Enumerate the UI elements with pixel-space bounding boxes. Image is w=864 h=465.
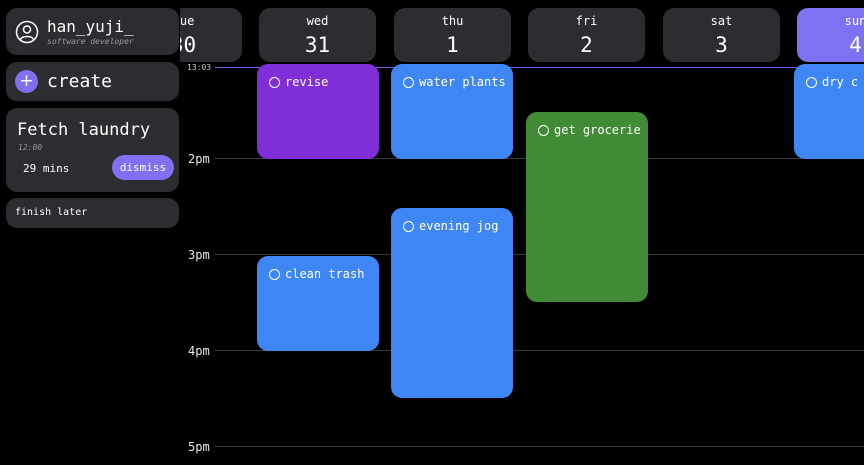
day-header-sun[interactable]: sun 4 [797,8,864,62]
finish-later-button[interactable]: finish later [6,198,179,228]
event-checkbox[interactable] [403,77,414,88]
current-time-label: 13:03 [187,63,212,72]
day-number: 2 [580,33,593,57]
week-calendar[interactable]: 2pm 3pm 4pm 5pm 13:03 tue 30 wed 31 thu … [180,0,864,465]
event-checkbox[interactable] [806,77,817,88]
hour-label: 4pm [188,344,210,358]
day-name: tue [180,14,195,28]
event-checkbox[interactable] [269,77,280,88]
event-title: dry c [822,75,859,89]
reminder-title: Fetch laundry [17,120,151,140]
day-header-thu[interactable]: thu 1 [394,8,511,62]
event-get-groceries[interactable]: get grocerie [526,112,648,302]
event-title: water plants [419,75,506,89]
day-header-fri[interactable]: fri 2 [528,8,645,62]
event-title: revise [285,75,329,89]
day-name: thu [441,14,464,28]
day-number: 30 [180,33,197,57]
hour-label: 2pm [188,152,210,166]
day-name: sat [710,14,733,28]
finish-later-label: finish later [15,207,88,218]
hour-gridline [215,446,864,447]
event-checkbox[interactable] [269,269,280,280]
hour-label: 3pm [188,248,210,262]
day-number: 3 [715,33,728,57]
reminder-card: Fetch laundry 12:00 29 mins dismiss [6,108,179,192]
day-name: sun [844,14,864,28]
day-name: wed [306,14,329,28]
profile-card[interactable]: han_yuji_ software developer [6,8,179,55]
reminder-duration: 29 mins [23,162,70,175]
day-header-tue[interactable]: tue 30 [180,8,242,62]
dismiss-button[interactable]: dismiss [112,155,174,180]
day-number: 31 [304,33,331,57]
event-title: get grocerie [554,123,641,137]
event-title: evening jog [419,219,499,233]
user-role: software developer [47,37,134,46]
event-water-plants[interactable]: water plants [391,64,513,159]
event-revise[interactable]: revise [257,64,379,159]
event-checkbox[interactable] [403,221,414,232]
user-icon [15,20,39,44]
day-name: fri [575,14,598,28]
event-dry-clothes[interactable]: dry c [794,64,864,159]
day-header-wed[interactable]: wed 31 [259,8,376,62]
plus-icon: + [15,70,38,93]
create-button[interactable]: + create [6,62,179,101]
day-number: 1 [446,33,459,57]
username: han_yuji_ [47,17,134,36]
event-clean-trash[interactable]: clean trash [257,256,379,351]
reminder-time: 12:00 [18,143,43,152]
day-number: 4 [849,33,862,57]
event-title: clean trash [285,267,365,281]
event-evening-jog[interactable]: evening jog [391,208,513,398]
event-checkbox[interactable] [538,125,549,136]
day-header-sat[interactable]: sat 3 [663,8,780,62]
hour-label: 5pm [188,440,210,454]
create-label: create [47,71,113,92]
